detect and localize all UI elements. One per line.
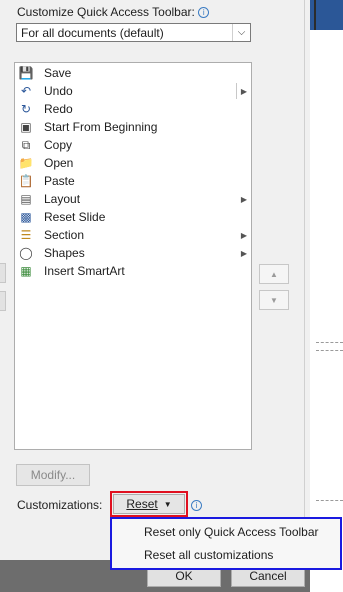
menu-item-reset-qat[interactable]: Reset only Quick Access Toolbar (144, 525, 319, 539)
chevron-right-icon: ▶ (240, 86, 248, 96)
list-item-label: Copy (44, 138, 73, 152)
ok-label: OK (175, 569, 193, 583)
qat-scope-value: For all documents (default) (21, 25, 164, 40)
section-icon: ☰ (20, 228, 32, 242)
chevron-right-icon: ▶ (240, 230, 248, 240)
document-edge (314, 0, 316, 30)
document-canvas (310, 0, 343, 592)
list-item[interactable]: 📋 Paste (15, 172, 251, 190)
qat-label: Customize Quick Access Toolbar: (17, 5, 195, 19)
folder-icon: 📁 (18, 156, 34, 170)
slide-guide-line (316, 500, 343, 501)
chevron-down-icon[interactable]: ⌵ (232, 24, 250, 41)
customizations-label: Customizations: (17, 498, 103, 512)
list-item-label: Redo (44, 102, 73, 116)
list-item-label: Open (44, 156, 74, 170)
list-item-label: Reset Slide (44, 210, 106, 224)
list-separator (236, 83, 237, 99)
modify-label: Modify... (30, 468, 76, 482)
reset-highlight-box (110, 491, 188, 517)
add-button[interactable] (0, 263, 6, 283)
move-down-button[interactable]: ▼ (259, 290, 289, 310)
list-item[interactable]: ▤ Layout ▶ (15, 190, 251, 208)
list-item-label: Insert SmartArt (44, 264, 125, 278)
reset-dropdown-menu[interactable]: Reset only Quick Access Toolbar Reset al… (110, 517, 342, 570)
move-up-button[interactable]: ▲ (259, 264, 289, 284)
list-item-label: Save (44, 66, 72, 80)
menu-item-reset-all[interactable]: Reset all customizations (144, 548, 273, 562)
paste-icon: 📋 (18, 174, 34, 188)
shapes-icon: ◯ (19, 246, 33, 260)
info-icon[interactable]: i (198, 7, 210, 19)
dialog-edge (304, 0, 305, 560)
undo-icon: ↶ (20, 84, 32, 98)
list-item-label: Section (44, 228, 85, 242)
list-item[interactable]: ▦ Insert SmartArt (15, 262, 251, 280)
chevron-right-icon: ▶ (240, 194, 248, 204)
list-item[interactable]: ☰ Section ▶ (15, 226, 251, 244)
slideshow-icon: ▣ (20, 120, 32, 134)
slide-guide-line (316, 350, 343, 351)
triangle-down-icon: ▼ (270, 295, 278, 305)
modify-button[interactable]: Modify... (16, 464, 90, 486)
qat-scope-dropdown[interactable]: For all documents (default) ⌵ (16, 23, 251, 42)
list-item[interactable]: ▩ Reset Slide (15, 208, 251, 226)
list-item[interactable]: ▣ Start From Beginning (15, 118, 251, 136)
reset-info-icon[interactable]: i (191, 498, 202, 512)
list-item[interactable]: 📁 Open (15, 154, 251, 172)
triangle-up-icon: ▲ (270, 269, 278, 279)
redo-icon: ↻ (20, 102, 32, 116)
list-item[interactable]: ↶ Undo ▶ (15, 82, 251, 100)
list-item-label: Undo (44, 84, 73, 98)
list-item[interactable]: ◯ Shapes ▶ (15, 244, 251, 262)
cancel-label: Cancel (249, 569, 287, 583)
list-item-label: Paste (44, 174, 75, 188)
reset-slide-icon: ▩ (20, 210, 32, 224)
save-icon: 💾 (18, 66, 34, 80)
layout-icon: ▤ (20, 192, 32, 206)
copy-icon: ⧉ (21, 137, 31, 152)
remove-button[interactable] (0, 291, 6, 311)
list-item[interactable]: ⧉ Copy (15, 136, 251, 154)
list-item-label: Start From Beginning (44, 120, 158, 134)
list-item-label: Layout (44, 192, 81, 206)
qat-command-list[interactable]: 💾 Save ↶ Undo ▶ ↻ Redo ▣ Start From Begi… (14, 62, 252, 450)
chevron-right-icon: ▶ (240, 248, 248, 258)
list-item[interactable]: ↻ Redo (15, 100, 251, 118)
smartart-icon: ▦ (20, 264, 32, 278)
list-item-label: Shapes (44, 246, 85, 260)
info-icon[interactable]: i (191, 500, 202, 512)
slide-guide-line (316, 342, 343, 343)
qat-label-row: Customize Quick Access Toolbar: i (17, 5, 210, 19)
list-item[interactable]: 💾 Save (15, 64, 251, 82)
